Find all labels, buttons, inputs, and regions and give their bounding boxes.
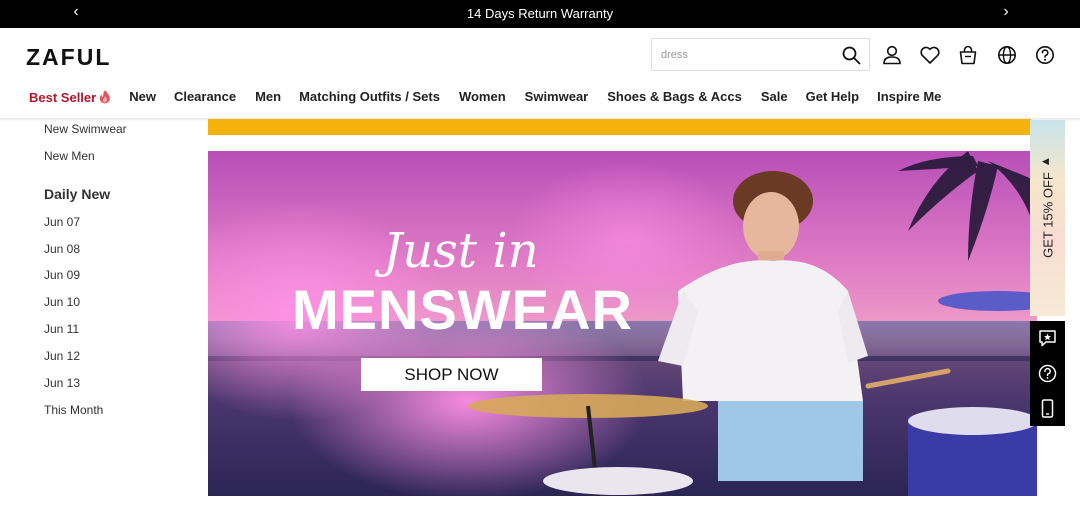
sidebar-link-this-month[interactable]: This Month [44, 403, 103, 417]
nav-clearance[interactable]: Clearance [174, 89, 236, 109]
nav-women[interactable]: Women [459, 89, 506, 109]
discount-tab-label: GET 15% OFF [1040, 172, 1056, 258]
nav-matching-outfits[interactable]: Matching Outfits / Sets [299, 89, 440, 109]
bag-icon[interactable] [957, 44, 979, 66]
help-dock [1030, 321, 1065, 426]
main-nav: Best Seller New Clearance Men Matching O… [29, 89, 941, 109]
search-input[interactable] [661, 45, 831, 65]
hero-title: MENSWEAR [292, 278, 633, 341]
nav-men[interactable]: Men [255, 89, 281, 109]
nav-swimwear[interactable]: Swimwear [525, 89, 589, 109]
logo[interactable]: ZAFUL [26, 44, 111, 71]
nav-shoes-bags-accs[interactable]: Shoes & Bags & Accs [607, 89, 742, 109]
search-icon[interactable] [841, 45, 861, 65]
search-box [651, 38, 870, 71]
globe-icon[interactable] [996, 44, 1018, 66]
sidebar-link-jun-13[interactable]: Jun 13 [44, 376, 80, 390]
chat-star-icon[interactable] [1037, 328, 1058, 349]
sidebar-link-new-swimwear[interactable]: New Swimwear [44, 122, 127, 136]
sidebar-link-jun-11[interactable]: Jun 11 [44, 322, 79, 336]
heart-icon[interactable] [919, 44, 941, 66]
hero-script-title: Just in [383, 223, 539, 279]
promo-strip[interactable] [208, 119, 1031, 135]
sidebar-link-jun-07[interactable]: Jun 07 [44, 215, 80, 229]
sidebar-link-jun-12[interactable]: Jun 12 [44, 349, 80, 363]
caret-left-icon: ◀ [1042, 156, 1049, 166]
discount-tab[interactable]: ◀ GET 15% OFF [1030, 120, 1065, 316]
sidebar-link-jun-10[interactable]: Jun 10 [44, 295, 80, 309]
user-icon[interactable] [881, 44, 903, 66]
sidebar-link-jun-09[interactable]: Jun 09 [44, 268, 80, 282]
shop-now-button[interactable]: SHOP NOW [361, 358, 542, 391]
help-icon[interactable] [1034, 44, 1056, 66]
nav-get-help[interactable]: Get Help [806, 89, 859, 109]
sidebar-link-new-men[interactable]: New Men [44, 149, 95, 163]
hero-banner[interactable]: Just in MENSWEAR SHOP NOW [208, 151, 1037, 496]
nav-label: Best Seller [29, 90, 97, 105]
nav-best-seller[interactable]: Best Seller [29, 89, 112, 109]
nav-new[interactable]: New [129, 89, 156, 109]
help-icon[interactable] [1037, 363, 1058, 384]
flame-icon [100, 90, 111, 104]
announcement-message[interactable]: 14 Days Return Warranty [0, 6, 1080, 21]
nav-sale[interactable]: Sale [761, 89, 788, 109]
nav-inspire-me[interactable]: Inspire Me [877, 89, 941, 109]
sidebar-link-jun-08[interactable]: Jun 08 [44, 242, 80, 256]
chevron-right-icon[interactable]: › [996, 3, 1016, 21]
mobile-icon[interactable] [1037, 398, 1058, 419]
sidebar-heading-daily-new: Daily New [44, 186, 111, 202]
announcement-bar: ‹ 14 Days Return Warranty › [0, 0, 1080, 28]
